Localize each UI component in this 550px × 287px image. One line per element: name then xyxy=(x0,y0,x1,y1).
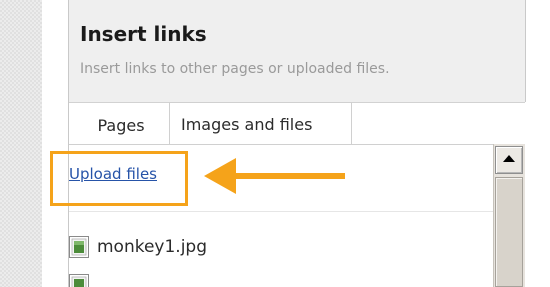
upload-files-link[interactable]: Upload files xyxy=(69,165,157,183)
panel-header xyxy=(69,0,525,103)
file-name: monkey1.jpg xyxy=(97,237,208,257)
file-item[interactable] xyxy=(69,272,97,287)
insert-links-screen: Insert links Insert links to other pages… xyxy=(0,0,550,287)
file-item[interactable]: monkey1.jpg xyxy=(69,234,207,260)
scrollbar-thumb[interactable] xyxy=(495,177,523,287)
tab-images-and-files[interactable]: Images and files xyxy=(169,102,352,145)
panel-subtitle: Insert links to other pages or uploaded … xyxy=(80,61,390,77)
tab-pages[interactable]: Pages xyxy=(69,105,169,145)
image-file-icon xyxy=(69,274,89,287)
image-file-icon xyxy=(69,236,89,258)
panel-right-border xyxy=(525,0,526,102)
list-divider xyxy=(69,211,493,212)
panel-title: Insert links xyxy=(80,22,207,46)
left-background-texture xyxy=(0,0,42,287)
triangle-up-icon xyxy=(503,155,515,162)
scroll-up-button[interactable] xyxy=(495,146,523,174)
arrow-left-icon xyxy=(204,158,345,194)
right-background xyxy=(526,0,550,287)
